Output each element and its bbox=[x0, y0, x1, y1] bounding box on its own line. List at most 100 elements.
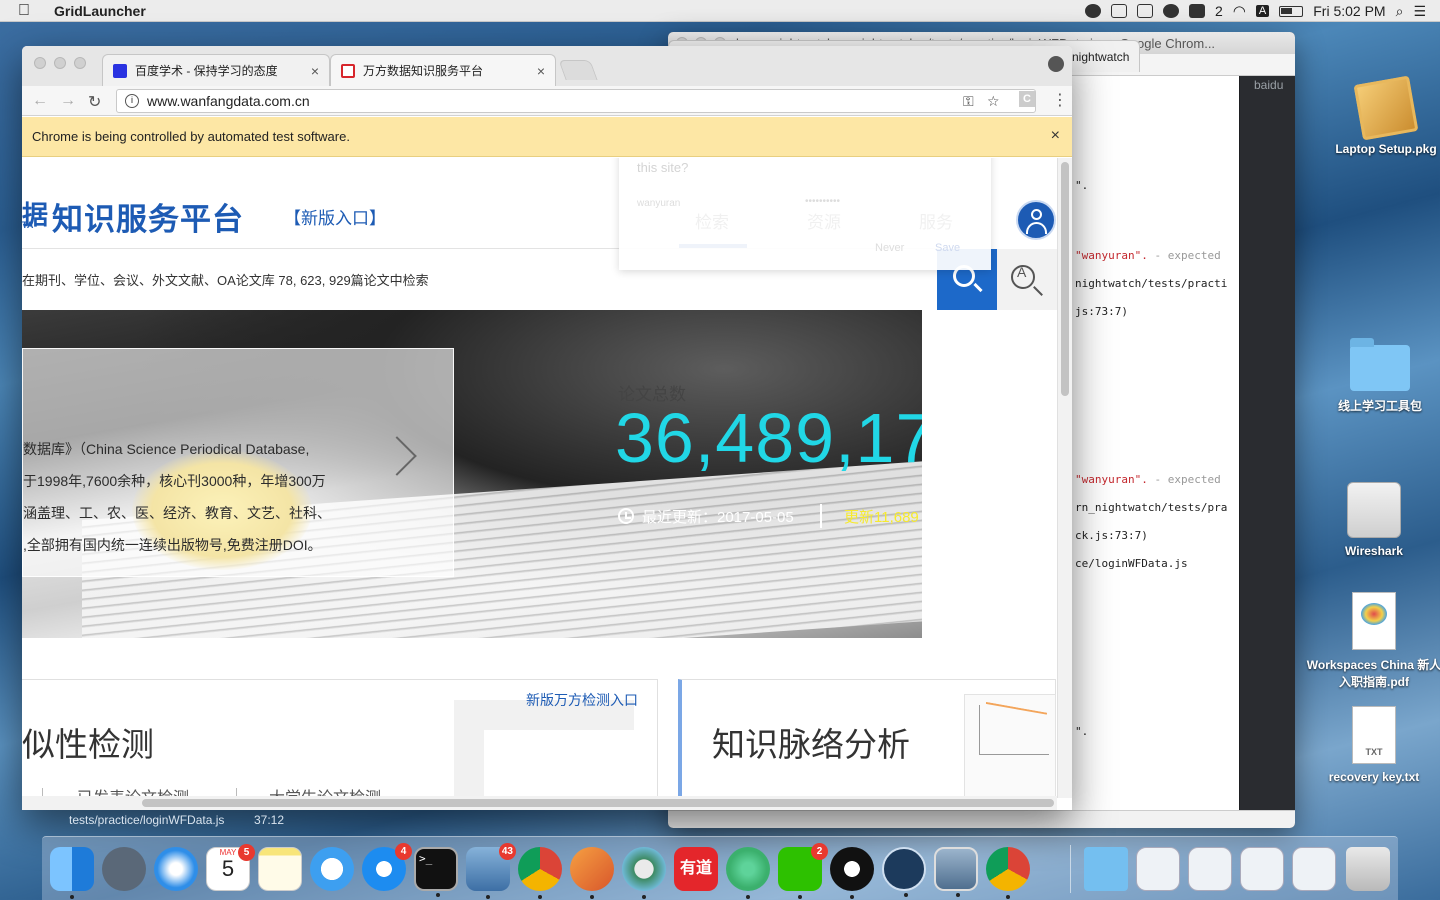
desktop-icon-wireshark[interactable]: Wireshark bbox=[1304, 482, 1440, 558]
tab-wanfang[interactable]: 万方数据知识服务平台 × bbox=[330, 54, 556, 86]
clock[interactable]: Fri 5:02 PM bbox=[1313, 3, 1385, 19]
apple-menu-icon[interactable]:  bbox=[18, 0, 42, 22]
url-text[interactable]: www.wanfangdata.com.cn bbox=[147, 93, 310, 109]
save-button[interactable]: Save bbox=[935, 242, 960, 254]
browser-status-icon[interactable] bbox=[1163, 4, 1179, 18]
trash-icon[interactable] bbox=[1346, 847, 1390, 891]
desktop-icon-learning-tools[interactable]: 线上学习工具包 bbox=[1310, 338, 1440, 414]
finder-icon[interactable] bbox=[50, 847, 94, 899]
messages-icon[interactable] bbox=[310, 847, 354, 891]
infobar-close-icon[interactable]: × bbox=[1051, 127, 1060, 145]
address-bar[interactable]: i www.wanfangdata.com.cn ⚿ ☆ bbox=[116, 89, 1036, 113]
wechat-count: 2 bbox=[1215, 3, 1223, 19]
new-version-link[interactable]: 【新版入口】 bbox=[284, 204, 386, 229]
vertical-scrollbar[interactable] bbox=[1057, 158, 1072, 798]
active-app-name[interactable]: GridLauncher bbox=[54, 3, 146, 19]
chrome-menu-icon[interactable]: ⋮ bbox=[1052, 90, 1068, 110]
close-tab-icon[interactable]: × bbox=[311, 63, 319, 79]
desktop-icon-onboarding-pdf[interactable]: Workspaces China 新人入职指南.pdf bbox=[1304, 592, 1440, 690]
close-icon[interactable] bbox=[34, 57, 46, 69]
app-store-icon[interactable]: 4 bbox=[362, 843, 412, 891]
site-logo[interactable]: 知识服务平台 bbox=[52, 194, 244, 239]
tab-baidu-xueshu[interactable]: 百度学术 - 保持学习的态度 × bbox=[102, 54, 330, 86]
chrome-tabstrip: 百度学术 - 保持学习的态度 × 万方数据知识服务平台 × bbox=[22, 46, 1072, 86]
baidu-favicon-icon bbox=[113, 63, 127, 78]
screenshot-tool-icon[interactable] bbox=[1111, 4, 1127, 18]
infobar-text: Chrome is being controlled by automated … bbox=[32, 129, 350, 144]
minimized-window-icon[interactable] bbox=[1240, 847, 1284, 891]
desktop-icon-label: Wireshark bbox=[1345, 544, 1403, 558]
preview-icon[interactable] bbox=[934, 847, 978, 897]
postman-icon[interactable] bbox=[570, 847, 614, 899]
dock: MAY 5 5 4 >_ 43 有道 2 bbox=[42, 836, 1398, 900]
reload-icon[interactable]: ↻ bbox=[88, 92, 101, 112]
minimized-window-icon[interactable] bbox=[1136, 847, 1180, 891]
zoom-icon[interactable] bbox=[74, 57, 86, 69]
key-icon[interactable]: ⚿ bbox=[963, 93, 974, 110]
menu-bar-extras: 2 ◠ A Fri 5:02 PM ⌕ ☰ bbox=[1085, 0, 1426, 22]
editor-file-path: tests/practice/loginWFData.js bbox=[69, 813, 225, 827]
calendar-day: 5 bbox=[221, 856, 235, 881]
new-tab-button[interactable] bbox=[558, 60, 598, 80]
minimized-window-icon[interactable] bbox=[1188, 847, 1232, 891]
downloads-folder-icon[interactable] bbox=[1084, 847, 1128, 891]
disk-image-icon bbox=[1347, 482, 1401, 538]
user-account-button[interactable] bbox=[1016, 200, 1056, 240]
output-line: "wanyuran". - expected bbox=[1075, 473, 1221, 486]
similarity-check-card[interactable]: 新版万方检测入口 似性检测 已发表论文检测 大学生论文检测 bbox=[22, 679, 658, 810]
calendar-icon[interactable]: MAY 5 5 bbox=[206, 844, 255, 891]
chevron-right-icon[interactable] bbox=[377, 436, 417, 476]
profile-icon[interactable] bbox=[1048, 56, 1064, 72]
launchpad-icon[interactable] bbox=[102, 847, 146, 891]
clipboard-icon[interactable] bbox=[1137, 4, 1153, 18]
wechat-icon[interactable]: 2 bbox=[778, 843, 828, 899]
minimize-icon[interactable] bbox=[54, 57, 66, 69]
sourcetree-icon[interactable] bbox=[882, 847, 926, 897]
terminal-icon[interactable]: >_ bbox=[414, 847, 458, 897]
terminal-output[interactable]: ". "wanyuran". - expected nightwatch/tes… bbox=[1071, 76, 1239, 816]
safari-icon[interactable] bbox=[154, 847, 198, 891]
database-description-box[interactable]: 数据库》（China Science Periodical Database, … bbox=[22, 348, 454, 577]
network-tool-icon[interactable] bbox=[622, 847, 666, 899]
card-title: 知识脉络分析 bbox=[712, 725, 910, 764]
battery-icon[interactable] bbox=[1279, 5, 1304, 17]
atom-icon[interactable] bbox=[726, 847, 770, 899]
desktop-icon-laptop-setup[interactable]: Laptop Setup.pkg bbox=[1316, 75, 1440, 156]
wechat-status-icon[interactable] bbox=[1189, 4, 1205, 18]
output-line: rn_nightwatch/tests/pra bbox=[1075, 501, 1228, 514]
desktop-icon-label: Workspaces China 新人入职指南.pdf bbox=[1306, 658, 1440, 689]
scrollbar-thumb[interactable] bbox=[142, 799, 1054, 807]
editor-cursor-position: 37:12 bbox=[254, 813, 285, 827]
close-tab-icon[interactable]: × bbox=[537, 63, 545, 79]
youdao-icon[interactable]: 有道 bbox=[674, 847, 718, 891]
back-arrow-icon[interactable]: ← bbox=[32, 92, 48, 110]
advanced-search-button[interactable]: A bbox=[997, 249, 1057, 310]
forward-arrow-icon[interactable]: → bbox=[60, 92, 76, 110]
info-icon[interactable]: i bbox=[125, 94, 139, 108]
description-line: ,全部拥有国内统一连续出版物号,免费注册DOI。 bbox=[23, 537, 322, 553]
minimized-window-icon[interactable] bbox=[1292, 847, 1336, 891]
editor-statusbar bbox=[668, 810, 1295, 828]
scrollbar-thumb[interactable] bbox=[1061, 162, 1069, 396]
wifi-icon[interactable]: ◠ bbox=[1233, 2, 1246, 20]
spotlight-icon[interactable]: ⌕ bbox=[1396, 3, 1404, 20]
input-method-icon[interactable]: A bbox=[1255, 5, 1270, 17]
knowledge-analysis-card[interactable]: 知识脉络分析 bbox=[678, 679, 1056, 810]
qq-icon[interactable] bbox=[830, 847, 874, 899]
chrome-icon[interactable] bbox=[518, 847, 562, 899]
chrome-canary-icon[interactable] bbox=[986, 847, 1030, 899]
bookmark-star-icon[interactable]: ☆ bbox=[987, 93, 1000, 110]
extension-icon[interactable]: C bbox=[1019, 91, 1035, 107]
search-input[interactable]: 在期刊、学位、会议、外文文献、OA论文库 78, 623, 929篇论文中检索 bbox=[22, 270, 429, 289]
mail-icon[interactable]: 43 bbox=[466, 843, 516, 899]
new-check-entry-link[interactable]: 新版万方检测入口 bbox=[526, 690, 638, 710]
notification-center-icon[interactable]: ☰ bbox=[1413, 3, 1426, 20]
wanfang-favicon-icon bbox=[341, 63, 355, 78]
qq-status-icon[interactable] bbox=[1085, 4, 1101, 18]
never-button[interactable]: Never bbox=[875, 242, 904, 254]
desktop-icon-recovery-key[interactable]: TXT recovery key.txt bbox=[1304, 706, 1440, 784]
horizontal-scrollbar[interactable] bbox=[22, 796, 1057, 810]
analysis-chart-thumbnail bbox=[964, 694, 1056, 804]
output-line: ce/loginWFData.js bbox=[1075, 557, 1188, 570]
notes-icon[interactable] bbox=[258, 847, 302, 891]
